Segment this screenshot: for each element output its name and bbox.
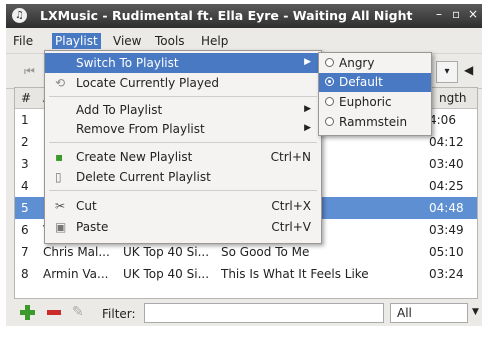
clear-icon[interactable]: ✎ [72, 304, 84, 320]
row-length: 04:25 [429, 179, 464, 193]
chevron-right-icon: ▶ [304, 57, 311, 67]
row-length: 4:06 [429, 113, 456, 127]
row-length: 04:12 [429, 135, 464, 149]
delete-playlist-icon: ▯ [55, 170, 62, 184]
menu-item-delete-playlist[interactable]: ▯ Delete Current Playlist [45, 167, 321, 187]
row-length: 03:49 [429, 223, 464, 237]
submenu-item-angry[interactable]: Angry [319, 54, 431, 73]
menu-separator [49, 96, 317, 97]
chevron-right-icon: ▶ [304, 104, 311, 114]
app-icon: ♫ [12, 8, 27, 23]
minimize-button[interactable]: – [436, 7, 442, 21]
row-number: 3 [21, 157, 29, 171]
maximize-button[interactable]: ▫ [452, 7, 460, 21]
menu-item-switch-playlist[interactable]: Switch To Playlist ▶ [45, 53, 321, 73]
submenu-item-euphoric[interactable]: Euphoric [319, 93, 431, 112]
submenu-item-rammstein[interactable]: Rammstein [319, 113, 431, 132]
row-number: 1 [21, 113, 29, 127]
menu-item-add-to-playlist[interactable]: Add To Playlist ▶ [45, 100, 321, 120]
row-length: 05:10 [429, 245, 464, 259]
add-icon[interactable] [20, 305, 35, 320]
row-artist: Chris Mal... [43, 245, 110, 259]
menu-playlist[interactable]: Playlist [52, 33, 101, 49]
menu-view[interactable]: View [110, 33, 144, 49]
submenu-item-default[interactable]: Default [319, 73, 431, 92]
row-length: 03:40 [429, 157, 464, 171]
prev-icon[interactable]: ⏮ [24, 64, 35, 79]
table-row[interactable]: 8 Armin Va... UK Top 40 Si... This Is What … [15, 263, 477, 285]
row-length: 03:24 [429, 267, 464, 281]
menu-item-cut[interactable]: ✂ Cut Ctrl+X [45, 196, 321, 216]
row-number: 6 [21, 223, 29, 237]
new-playlist-icon: ▪ [55, 150, 64, 164]
filter-input[interactable] [144, 303, 384, 323]
menu-item-create-playlist[interactable]: ▪ Create New Playlist Ctrl+N [45, 147, 321, 167]
playlist-menu: Switch To Playlist ▶ ⟲ Locate Currently … [44, 50, 322, 244]
menu-tools[interactable]: Tools [152, 33, 188, 49]
row-number: 7 [21, 245, 29, 259]
header-length[interactable]: ngth [439, 91, 467, 105]
filter-combo[interactable]: All [390, 303, 468, 323]
switch-playlist-submenu: Angry Default Euphoric Rammstein [318, 52, 432, 136]
row-number: 4 [21, 179, 29, 193]
menu-item-paste[interactable]: ▣ Paste Ctrl+V [45, 217, 321, 237]
row-length: 04:48 [429, 201, 464, 215]
table-row[interactable]: 7 Chris Mal... UK Top 40 Si... So Good To M… [15, 241, 477, 263]
row-album: UK Top 40 Si... [123, 245, 210, 259]
playlist-combo-arrow[interactable]: ▾ [436, 61, 458, 83]
menu-help[interactable]: Help [198, 33, 231, 49]
radio-icon [325, 58, 334, 67]
row-artist: Armin Va... [43, 267, 109, 281]
header-number[interactable]: # [21, 91, 31, 105]
row-number: 8 [21, 267, 29, 281]
radio-icon [325, 97, 334, 106]
chevron-down-icon[interactable]: ▼ [472, 307, 479, 317]
radio-selected-icon [325, 77, 334, 86]
menu-file[interactable]: File [10, 33, 36, 49]
close-button[interactable]: × [468, 7, 478, 21]
bottom-bar: ✎ Filter: All ▼ [6, 300, 482, 326]
row-number: 5 [21, 201, 29, 215]
menu-item-remove-from-playlist[interactable]: Remove From Playlist ▶ [45, 119, 321, 139]
chevron-right-icon: ▶ [304, 123, 311, 133]
row-title: This Is What It Feels Like [221, 267, 369, 281]
filter-combo-value: All [397, 306, 412, 320]
menu-item-locate[interactable]: ⟲ Locate Currently Played [45, 73, 321, 93]
menu-bar: File Playlist View Tools Help [6, 30, 482, 52]
locate-icon: ⟲ [55, 76, 66, 90]
menu-separator [49, 142, 317, 143]
volume-icon[interactable]: ◀ [464, 63, 473, 77]
remove-icon[interactable] [47, 310, 61, 315]
row-album: UK Top 40 Si... [123, 267, 210, 281]
radio-icon [325, 117, 334, 126]
filter-label: Filter: [102, 307, 136, 321]
menu-separator [49, 190, 317, 191]
title-bar: ♫ LXMusic - Rudimental ft. Ella Eyre - W… [6, 4, 482, 28]
paste-icon: ▣ [55, 220, 67, 234]
row-number: 2 [21, 135, 29, 149]
window-title: LXMusic - Rudimental ft. Ella Eyre - Wai… [40, 8, 413, 23]
row-title: So Good To Me [221, 245, 310, 259]
scissors-icon: ✂ [55, 199, 66, 213]
